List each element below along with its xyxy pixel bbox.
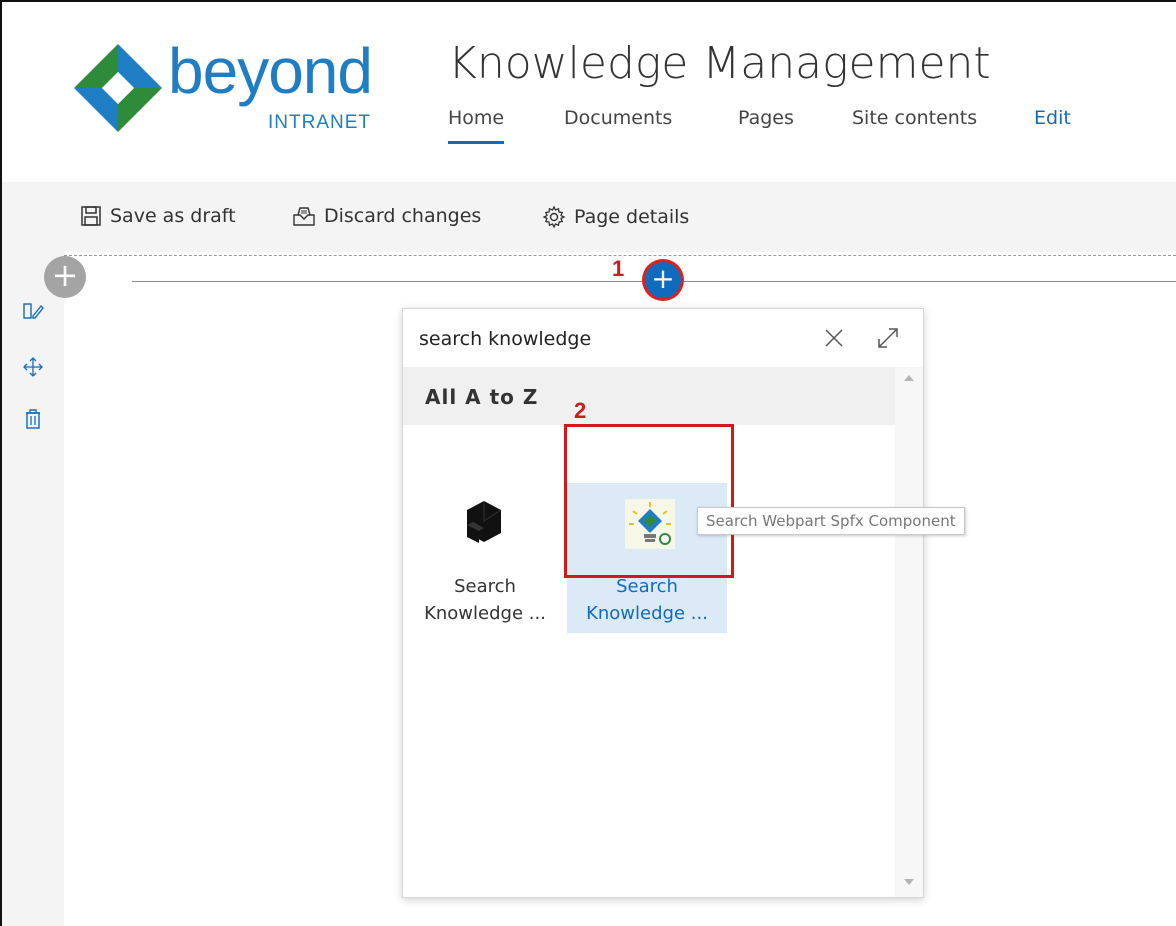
webpart-tile-search-knowledge-1[interactable]: Search Knowledge ...: [405, 483, 565, 633]
tile-label: Search Knowledge ...: [567, 573, 727, 627]
section-title: All A to Z: [425, 385, 539, 409]
page-details-label: Page details: [574, 206, 690, 228]
logo-wordmark: beyond: [168, 35, 373, 107]
section-header: All A to Z: [403, 367, 895, 425]
tile-label-line1: Search: [616, 576, 678, 597]
discard-changes-button[interactable]: Discard changes: [292, 205, 481, 227]
gear-icon: [542, 205, 566, 229]
add-webpart-button[interactable]: +: [645, 262, 681, 298]
step-1-label: 1: [612, 256, 625, 281]
nav-item-site-contents[interactable]: Site contents: [852, 107, 977, 129]
cube-icon: [467, 501, 502, 543]
site-logo[interactable]: beyond INTRANET: [72, 35, 412, 142]
step-2-label: 2: [574, 398, 587, 423]
save-draft-button[interactable]: Save as draft: [80, 205, 236, 227]
webpart-picker-panel: All A to Z Search Knowledge ...: [402, 308, 924, 898]
scroll-up-icon[interactable]: [904, 375, 914, 381]
picker-scrollbar[interactable]: [895, 367, 923, 897]
save-draft-label: Save as draft: [110, 205, 236, 227]
webpart-tooltip: Search Webpart Spfx Component: [697, 507, 965, 535]
nav-item-home[interactable]: Home: [448, 107, 505, 144]
discard-icon: [293, 207, 315, 226]
tile-label-line2: Knowledge ...: [424, 603, 546, 624]
nav-item-documents[interactable]: Documents: [564, 107, 672, 129]
tile-label-line1: Search: [454, 576, 516, 597]
picker-search-bar: [403, 309, 923, 368]
lightbulb-puzzle-icon: [625, 499, 675, 549]
edit-section-icon[interactable]: [22, 300, 44, 322]
tile-label: Search Knowledge ...: [405, 573, 565, 627]
scroll-down-icon[interactable]: [904, 879, 914, 885]
page-details-button[interactable]: Page details: [542, 205, 689, 229]
webpart-list: All A to Z Search Knowledge ... Search K…: [403, 367, 895, 897]
move-icon[interactable]: [22, 356, 44, 378]
webpart-tile-search-knowledge-2[interactable]: Search Knowledge ...: [567, 483, 727, 633]
save-icon: [81, 206, 101, 226]
nav-item-pages[interactable]: Pages: [738, 107, 794, 129]
beyond-logo-mark-icon: [74, 44, 162, 132]
site-title[interactable]: Knowledge Management: [448, 38, 991, 89]
logo-subtitle: INTRANET: [268, 112, 371, 133]
trash-icon[interactable]: [22, 408, 44, 430]
site-header: beyond INTRANET Knowledge Management Hom…: [2, 2, 1176, 182]
tile-label-line2: Knowledge ...: [586, 603, 708, 624]
add-section-button[interactable]: +: [44, 256, 86, 298]
expand-icon[interactable]: [873, 323, 903, 353]
nav-item-edit[interactable]: Edit: [1034, 107, 1071, 129]
discard-changes-label: Discard changes: [324, 205, 482, 227]
webpart-search-input[interactable]: [417, 323, 801, 355]
close-icon[interactable]: [821, 325, 847, 351]
